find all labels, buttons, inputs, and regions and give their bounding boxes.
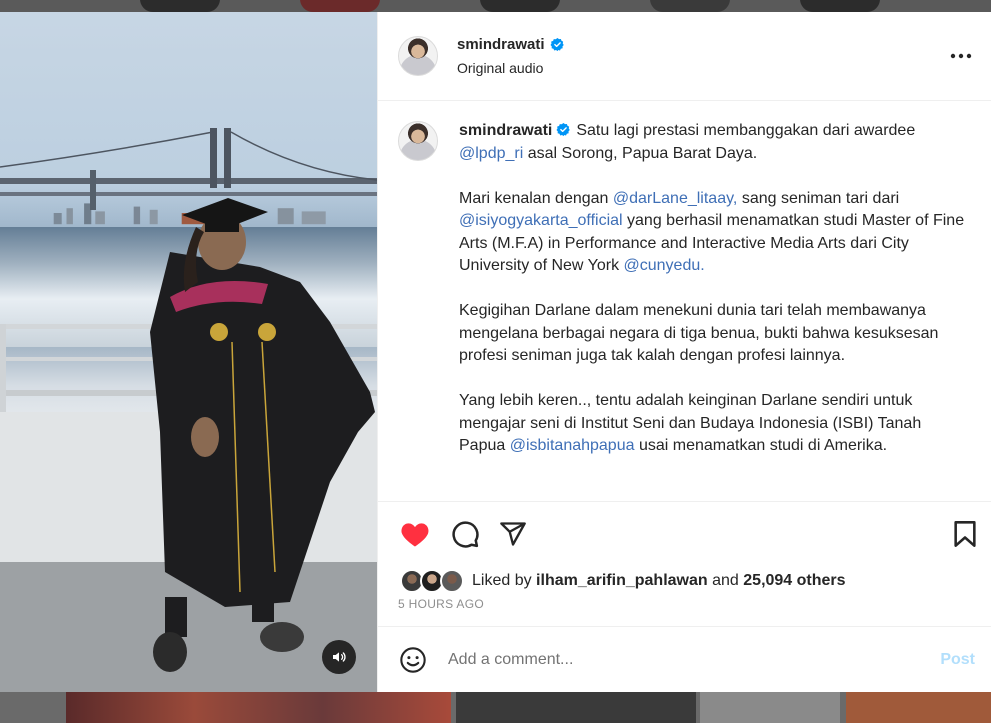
- likes-summary: Liked by ilham_arifin_pahlawan and 25,09…: [378, 566, 991, 596]
- verified-badge-icon: [550, 37, 564, 52]
- backdrop-story-thumb: [300, 0, 380, 12]
- audio-toggle-button[interactable]: [322, 640, 356, 674]
- emoji-button[interactable]: [398, 645, 428, 675]
- comment-button[interactable]: [448, 517, 482, 551]
- backdrop-story-thumb: [800, 0, 880, 12]
- liked-by-user[interactable]: ilham_arifin_pahlawan: [536, 572, 708, 590]
- mention-link[interactable]: @lpdp_ri: [459, 145, 523, 162]
- author-username[interactable]: smindrawati: [457, 36, 545, 53]
- author-avatar[interactable]: [398, 36, 438, 76]
- bookmark-icon: [954, 521, 976, 547]
- backdrop-top: [0, 0, 991, 12]
- author-username-row: smindrawati: [457, 36, 565, 53]
- caption-text-segment: usai menamatkan studi di Amerika.: [638, 437, 888, 454]
- speaker-icon: [333, 652, 346, 662]
- liked-by-and: and: [712, 572, 739, 589]
- post-header: smindrawati Original audio: [378, 12, 991, 101]
- caption-paragraph: Kegigihan Darlane dalam menekuni dunia t…: [459, 302, 939, 364]
- backdrop-grid: [0, 692, 991, 723]
- backdrop-grid-tile: [700, 692, 840, 723]
- likes-count[interactable]: 25,094 others: [743, 572, 845, 590]
- caption-text-segment: asal Sorong, Papua Barat Daya.: [527, 144, 758, 162]
- post-comment-button[interactable]: Post: [940, 651, 975, 669]
- heart-icon: [401, 523, 429, 547]
- video-bridge-and-graduate: [0, 128, 377, 692]
- backdrop-story-thumb: [140, 0, 220, 12]
- caption-author-username[interactable]: smindrawati: [459, 122, 552, 139]
- liker-avatars: [400, 569, 466, 593]
- caption-text: smindrawati Satu lagi prestasi membanggak…: [459, 120, 969, 501]
- caption-paragraph: Mari kenalan dengan @darLane_litaay, san…: [459, 188, 969, 278]
- caption-text-segment: sang seniman tari dari: [741, 189, 900, 207]
- backdrop-story-thumb: [650, 0, 730, 12]
- post-video[interactable]: [0, 12, 377, 692]
- backdrop-grid-tile: [456, 692, 696, 723]
- share-icon: [500, 522, 526, 546]
- more-options-button[interactable]: [947, 44, 975, 68]
- verified-badge-icon: [556, 122, 571, 137]
- comment-input[interactable]: [448, 650, 941, 669]
- liker-avatar: [440, 569, 464, 593]
- post-modal: smindrawati Original audio smindrawati S…: [0, 12, 991, 692]
- caption-paragraph: Yang lebih keren.., tentu adalah keingin…: [459, 390, 969, 458]
- emoji-icon: [400, 646, 426, 673]
- caption-scroll-area[interactable]: smindrawati Satu lagi prestasi membanggak…: [378, 101, 991, 502]
- author-meta: smindrawati Original audio: [457, 36, 947, 76]
- caption-author-avatar[interactable]: [398, 121, 438, 161]
- backdrop-grid-tile: [66, 692, 451, 723]
- audio-label[interactable]: Original audio: [457, 60, 947, 76]
- caption-text-segment: Satu lagi prestasi membanggakan dari awa…: [576, 122, 916, 139]
- post-side-panel: smindrawati Original audio smindrawati S…: [377, 12, 991, 692]
- caption-text-segment: Mari kenalan dengan: [459, 189, 609, 207]
- backdrop-grid-tile: [846, 692, 991, 723]
- backdrop-story-thumb: [480, 0, 560, 12]
- share-button[interactable]: [496, 517, 530, 551]
- mention-link[interactable]: @isbitanahpapua: [510, 437, 635, 454]
- post-timestamp[interactable]: 5 HOURS AGO: [378, 596, 991, 618]
- comment-composer: Post: [378, 626, 991, 692]
- more-icon: [950, 53, 972, 59]
- like-button[interactable]: [398, 517, 432, 551]
- action-bar: [378, 502, 991, 566]
- save-button[interactable]: [948, 517, 982, 551]
- comment-icon: [452, 521, 479, 548]
- caption-paragraph: smindrawati Satu lagi prestasi membanggak…: [459, 120, 969, 165]
- mention-link[interactable]: @darLane_litaay,: [613, 190, 737, 207]
- liked-by-prefix: Liked by: [472, 572, 532, 589]
- mention-link[interactable]: @cunyedu.: [624, 257, 705, 274]
- mention-link[interactable]: @isiyogyakarta_official: [459, 212, 623, 229]
